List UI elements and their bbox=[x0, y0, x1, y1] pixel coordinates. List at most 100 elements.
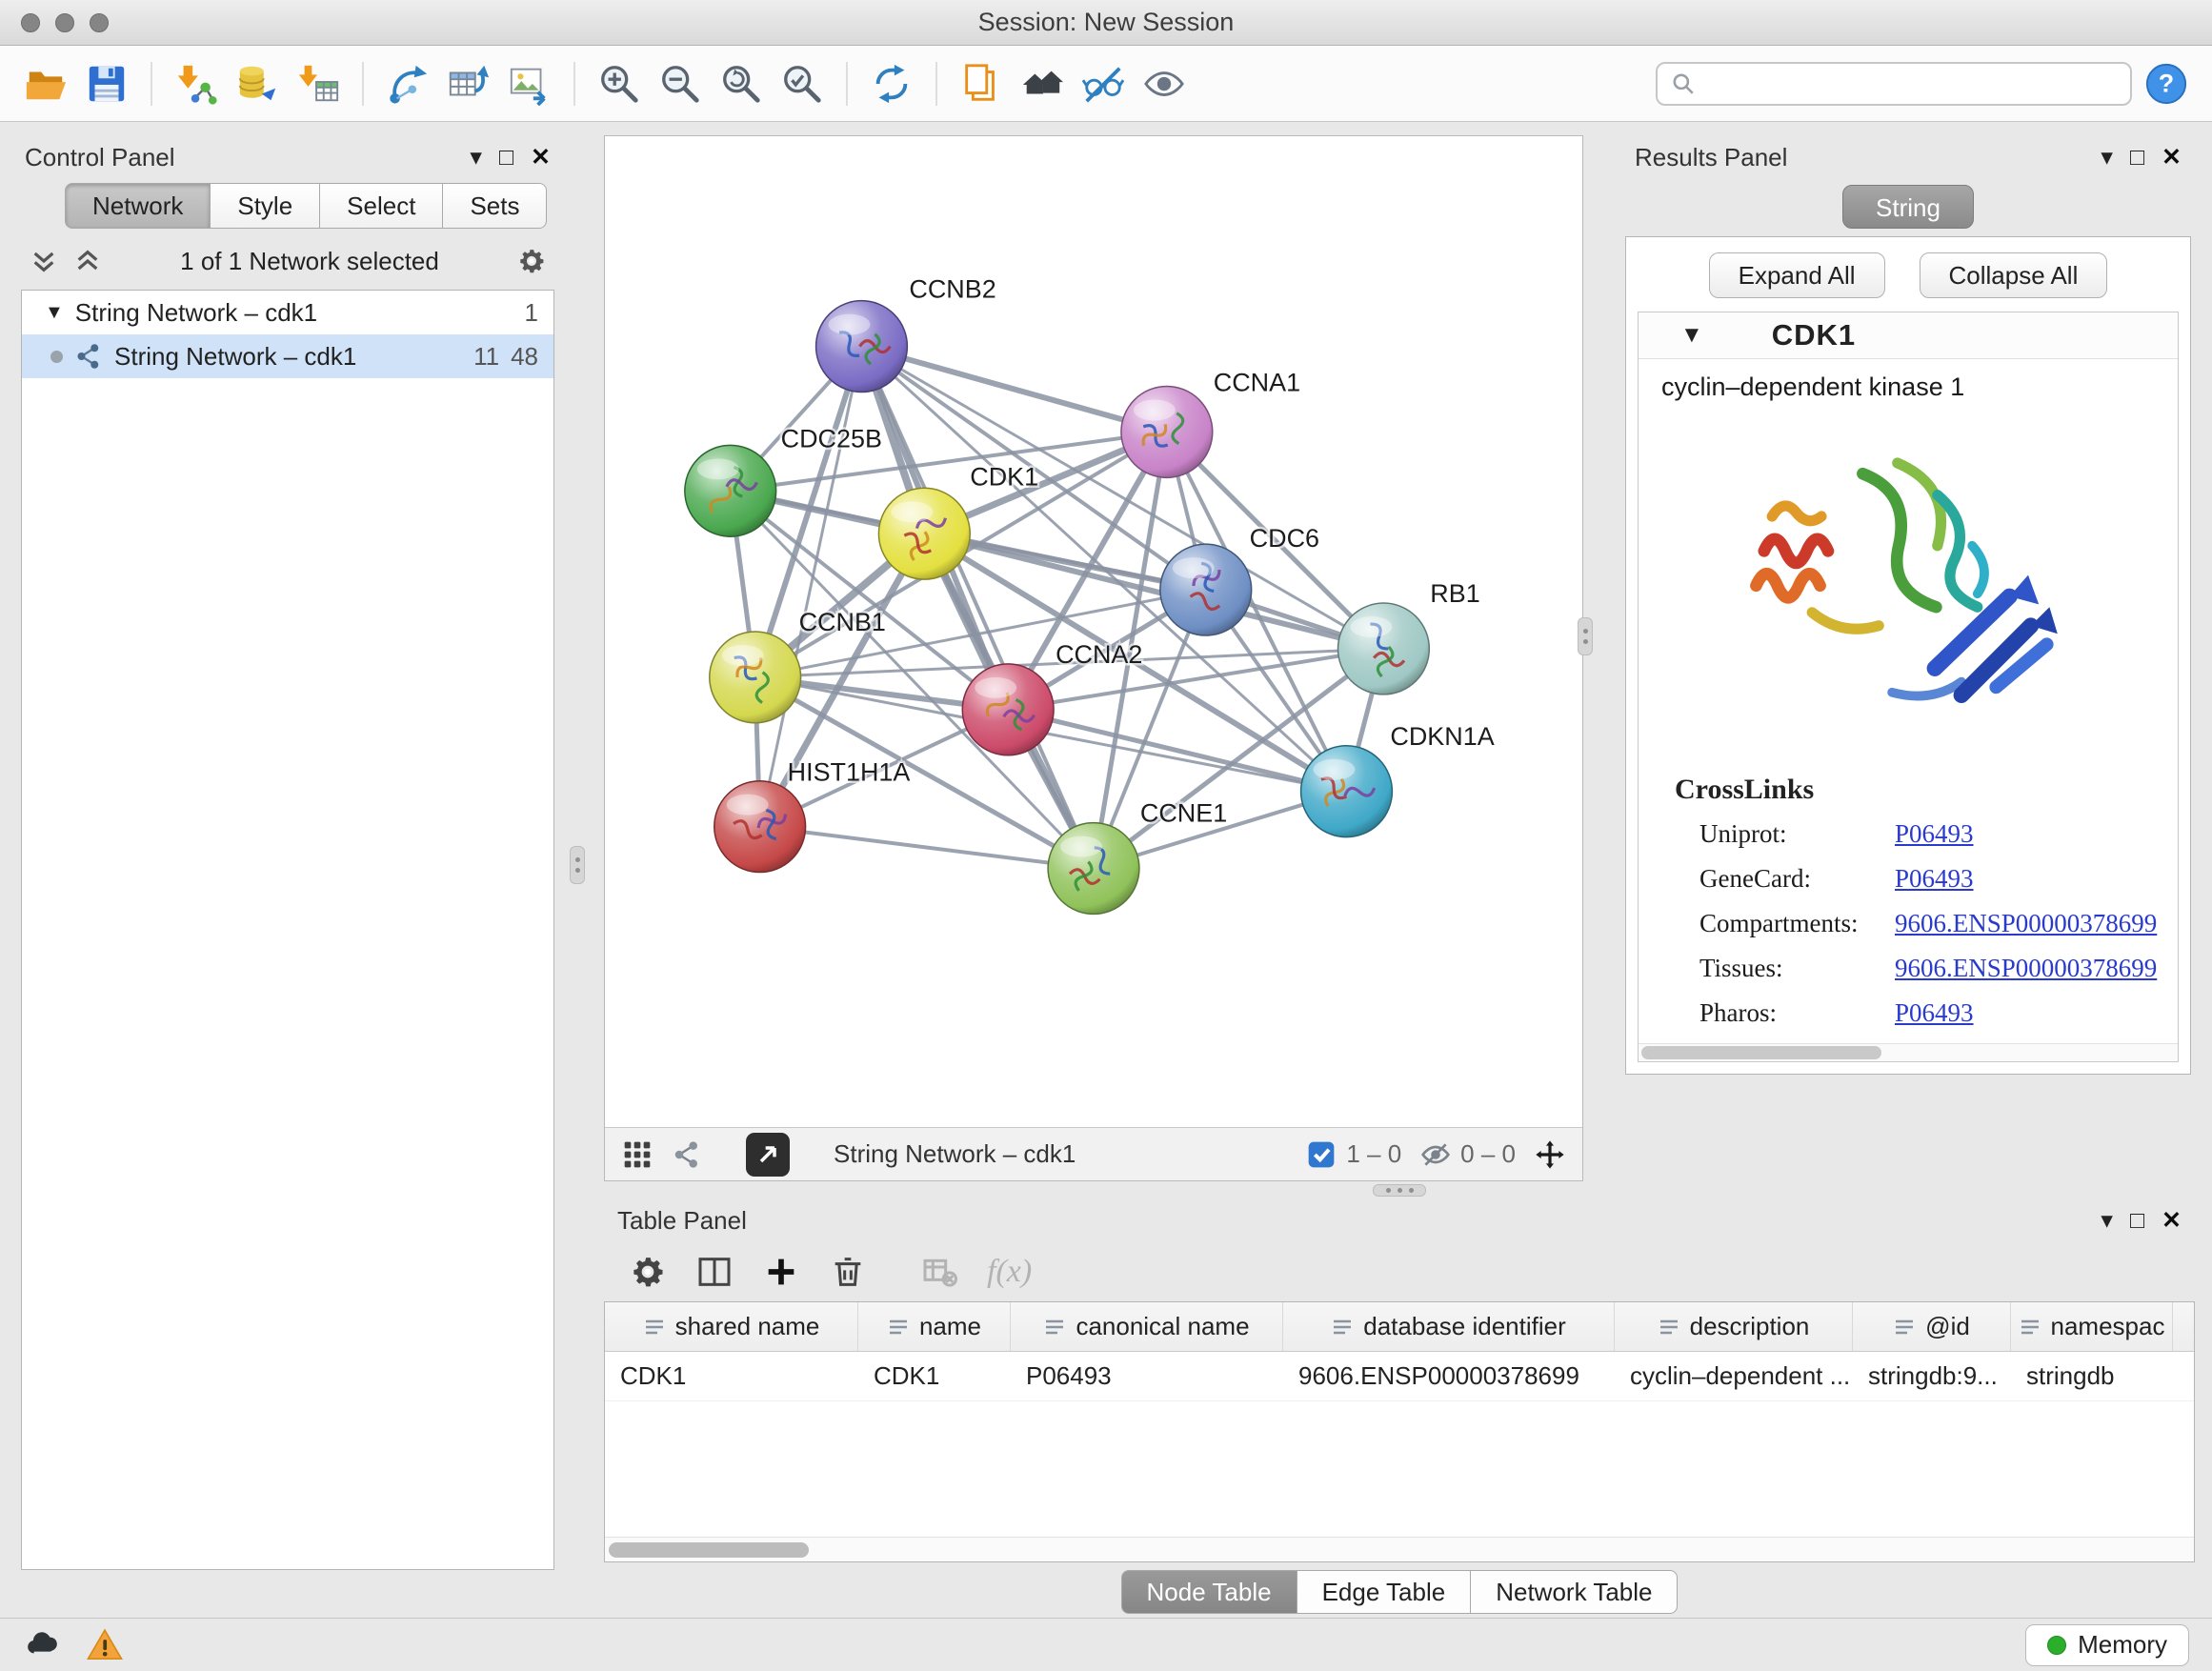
network-node-RB1[interactable]: RB1 bbox=[1338, 579, 1480, 695]
import-network-from-file-button[interactable] bbox=[170, 57, 223, 111]
tab-style[interactable]: Style bbox=[211, 183, 320, 229]
network-node-CCNB1[interactable]: CCNB1 bbox=[710, 608, 886, 723]
home-button[interactable] bbox=[1016, 57, 1069, 111]
gear-icon[interactable] bbox=[516, 246, 547, 276]
network-node-CCNA1[interactable]: CCNA1 bbox=[1121, 368, 1300, 477]
import-network-from-database-button[interactable] bbox=[231, 57, 284, 111]
column-options-icon bbox=[1331, 1316, 1354, 1339]
left-splitter-handle[interactable] bbox=[570, 846, 585, 884]
column-header-canonical-name[interactable]: canonical name bbox=[1011, 1302, 1283, 1351]
network-row-selected[interactable]: String Network – cdk1 11 48 bbox=[22, 334, 553, 378]
zoom-selected-button[interactable] bbox=[775, 57, 829, 111]
minimize-window-button[interactable] bbox=[55, 13, 74, 32]
network-node-CCNE1[interactable]: CCNE1 bbox=[1048, 799, 1227, 915]
panel-close-icon[interactable]: ✕ bbox=[2162, 1209, 2182, 1233]
panel-float-icon[interactable]: □ bbox=[2130, 1209, 2144, 1233]
column-header-database-identifier[interactable]: database identifier bbox=[1283, 1302, 1615, 1351]
node-label: CCNE1 bbox=[1140, 799, 1227, 828]
tab-sets[interactable]: Sets bbox=[443, 183, 547, 229]
tab-string[interactable]: String bbox=[1842, 185, 1974, 229]
section-expander-icon[interactable]: ▼ bbox=[1680, 322, 1703, 349]
panel-float-icon[interactable]: □ bbox=[499, 146, 513, 170]
crosslink-link[interactable]: P06493 bbox=[1895, 864, 1974, 894]
show-eye-button[interactable] bbox=[1137, 57, 1191, 111]
column-header-shared-name[interactable]: shared name bbox=[605, 1302, 858, 1351]
search-input[interactable] bbox=[1705, 69, 2117, 98]
delete-column-icon[interactable] bbox=[829, 1253, 867, 1291]
network-view[interactable]: CCNB2CCNA1CDC25BCDK1CDC6RB1CCNB1CCNA2CDK… bbox=[604, 135, 1583, 1181]
collapse-all-icon[interactable] bbox=[29, 246, 59, 276]
tab-select[interactable]: Select bbox=[320, 183, 443, 229]
share-view-icon[interactable] bbox=[672, 1139, 702, 1170]
tab-node-table[interactable]: Node Table bbox=[1121, 1570, 1297, 1614]
right-splitter-handle[interactable] bbox=[1578, 617, 1593, 655]
zoom-out-button[interactable] bbox=[654, 57, 707, 111]
pan-move-icon[interactable] bbox=[1535, 1139, 1565, 1170]
crosslink-link[interactable]: 9606.ENSP00000378699 bbox=[1895, 954, 2157, 983]
column-header-name[interactable]: name bbox=[858, 1302, 1011, 1351]
copy-style-button[interactable] bbox=[955, 57, 1008, 111]
zoom-fit-button[interactable] bbox=[714, 57, 768, 111]
panel-float-icon[interactable]: □ bbox=[2130, 146, 2144, 170]
panel-collapse-icon[interactable]: ▾ bbox=[2101, 146, 2113, 170]
table-cell[interactable]: 9606.ENSP00000378699 bbox=[1283, 1352, 1615, 1400]
columns-icon[interactable] bbox=[695, 1253, 734, 1291]
results-hscrollbar[interactable] bbox=[1639, 1043, 2178, 1061]
panel-collapse-icon[interactable]: ▾ bbox=[2101, 1209, 2113, 1233]
zoom-window-button[interactable] bbox=[90, 13, 109, 32]
panel-close-icon[interactable]: ✕ bbox=[531, 146, 551, 170]
add-column-icon[interactable] bbox=[762, 1253, 800, 1291]
zoom-in-button[interactable] bbox=[593, 57, 646, 111]
birdseye-view-button[interactable] bbox=[746, 1133, 790, 1177]
tab-network[interactable]: Network bbox=[65, 183, 211, 229]
gene-header[interactable]: ▼ CDK1 bbox=[1639, 312, 2178, 359]
table-cell[interactable]: CDK1 bbox=[605, 1352, 858, 1400]
table-cell[interactable]: stringdb:9... bbox=[1853, 1352, 2011, 1400]
table-hscrollbar[interactable] bbox=[605, 1537, 2194, 1561]
expand-all-button[interactable]: Expand All bbox=[1709, 252, 1885, 298]
column-header-namespac[interactable]: namespac bbox=[2011, 1302, 2173, 1351]
column-header-description[interactable]: description bbox=[1615, 1302, 1853, 1351]
tab-edge-table[interactable]: Edge Table bbox=[1297, 1570, 1472, 1614]
warning-icon[interactable] bbox=[86, 1626, 124, 1664]
column-header--id[interactable]: @id bbox=[1853, 1302, 2011, 1351]
open-session-button[interactable] bbox=[19, 57, 72, 111]
panel-collapse-icon[interactable]: ▾ bbox=[470, 146, 482, 170]
network-node-CDKN1A[interactable]: CDKN1A bbox=[1301, 722, 1495, 837]
tab-network-table[interactable]: Network Table bbox=[1471, 1570, 1678, 1614]
close-window-button[interactable] bbox=[21, 13, 40, 32]
search-field[interactable] bbox=[1656, 62, 2132, 106]
expand-all-icon[interactable] bbox=[72, 246, 103, 276]
cloud-icon[interactable] bbox=[23, 1626, 61, 1664]
crosslink-link[interactable]: P06493 bbox=[1895, 819, 1974, 849]
horizontal-splitter[interactable] bbox=[604, 1181, 2195, 1198]
new-network-button[interactable] bbox=[381, 57, 434, 111]
import-table-icon bbox=[296, 62, 340, 106]
table-cell[interactable]: P06493 bbox=[1011, 1352, 1283, 1400]
save-session-button[interactable] bbox=[80, 57, 133, 111]
network-canvas[interactable]: CCNB2CCNA1CDC25BCDK1CDC6RB1CCNB1CCNA2CDK… bbox=[605, 136, 1582, 1127]
hide-glasses-button[interactable] bbox=[1076, 57, 1130, 111]
memory-button[interactable]: Memory bbox=[2025, 1624, 2189, 1666]
crosslink-link[interactable]: 9606.ENSP00000378699 bbox=[1895, 909, 2157, 938]
crosslink-row: Tissues:9606.ENSP00000378699 bbox=[1675, 954, 2178, 983]
table-cell[interactable]: stringdb bbox=[2011, 1352, 2173, 1400]
table-header-row: shared namenamecanonical namedatabase id… bbox=[605, 1302, 2194, 1352]
network-node-HIST1H1A[interactable]: HIST1H1A bbox=[714, 758, 911, 873]
gear-icon[interactable] bbox=[629, 1253, 667, 1291]
help-button[interactable]: ? bbox=[2140, 57, 2193, 111]
table-cell[interactable]: cyclin–dependent ... bbox=[1615, 1352, 1853, 1400]
tree-expander-icon[interactable]: ▼ bbox=[45, 302, 64, 324]
new-table-button[interactable] bbox=[442, 57, 495, 111]
panel-close-icon[interactable]: ✕ bbox=[2162, 146, 2182, 170]
network-collection-row[interactable]: ▼ String Network – cdk1 1 bbox=[22, 291, 553, 334]
apply-layout-button[interactable] bbox=[865, 57, 918, 111]
collapse-all-button[interactable]: Collapse All bbox=[1920, 252, 2108, 298]
grid-view-icon[interactable] bbox=[622, 1139, 653, 1170]
table-row[interactable]: CDK1CDK1P064939606.ENSP00000378699cyclin… bbox=[605, 1352, 2194, 1401]
crosslink-link[interactable]: P06493 bbox=[1895, 998, 1974, 1028]
export-image-button[interactable] bbox=[503, 57, 556, 111]
import-table-from-file-button[interactable] bbox=[292, 57, 345, 111]
table-cell[interactable]: CDK1 bbox=[858, 1352, 1011, 1400]
node-label: HIST1H1A bbox=[788, 758, 911, 787]
